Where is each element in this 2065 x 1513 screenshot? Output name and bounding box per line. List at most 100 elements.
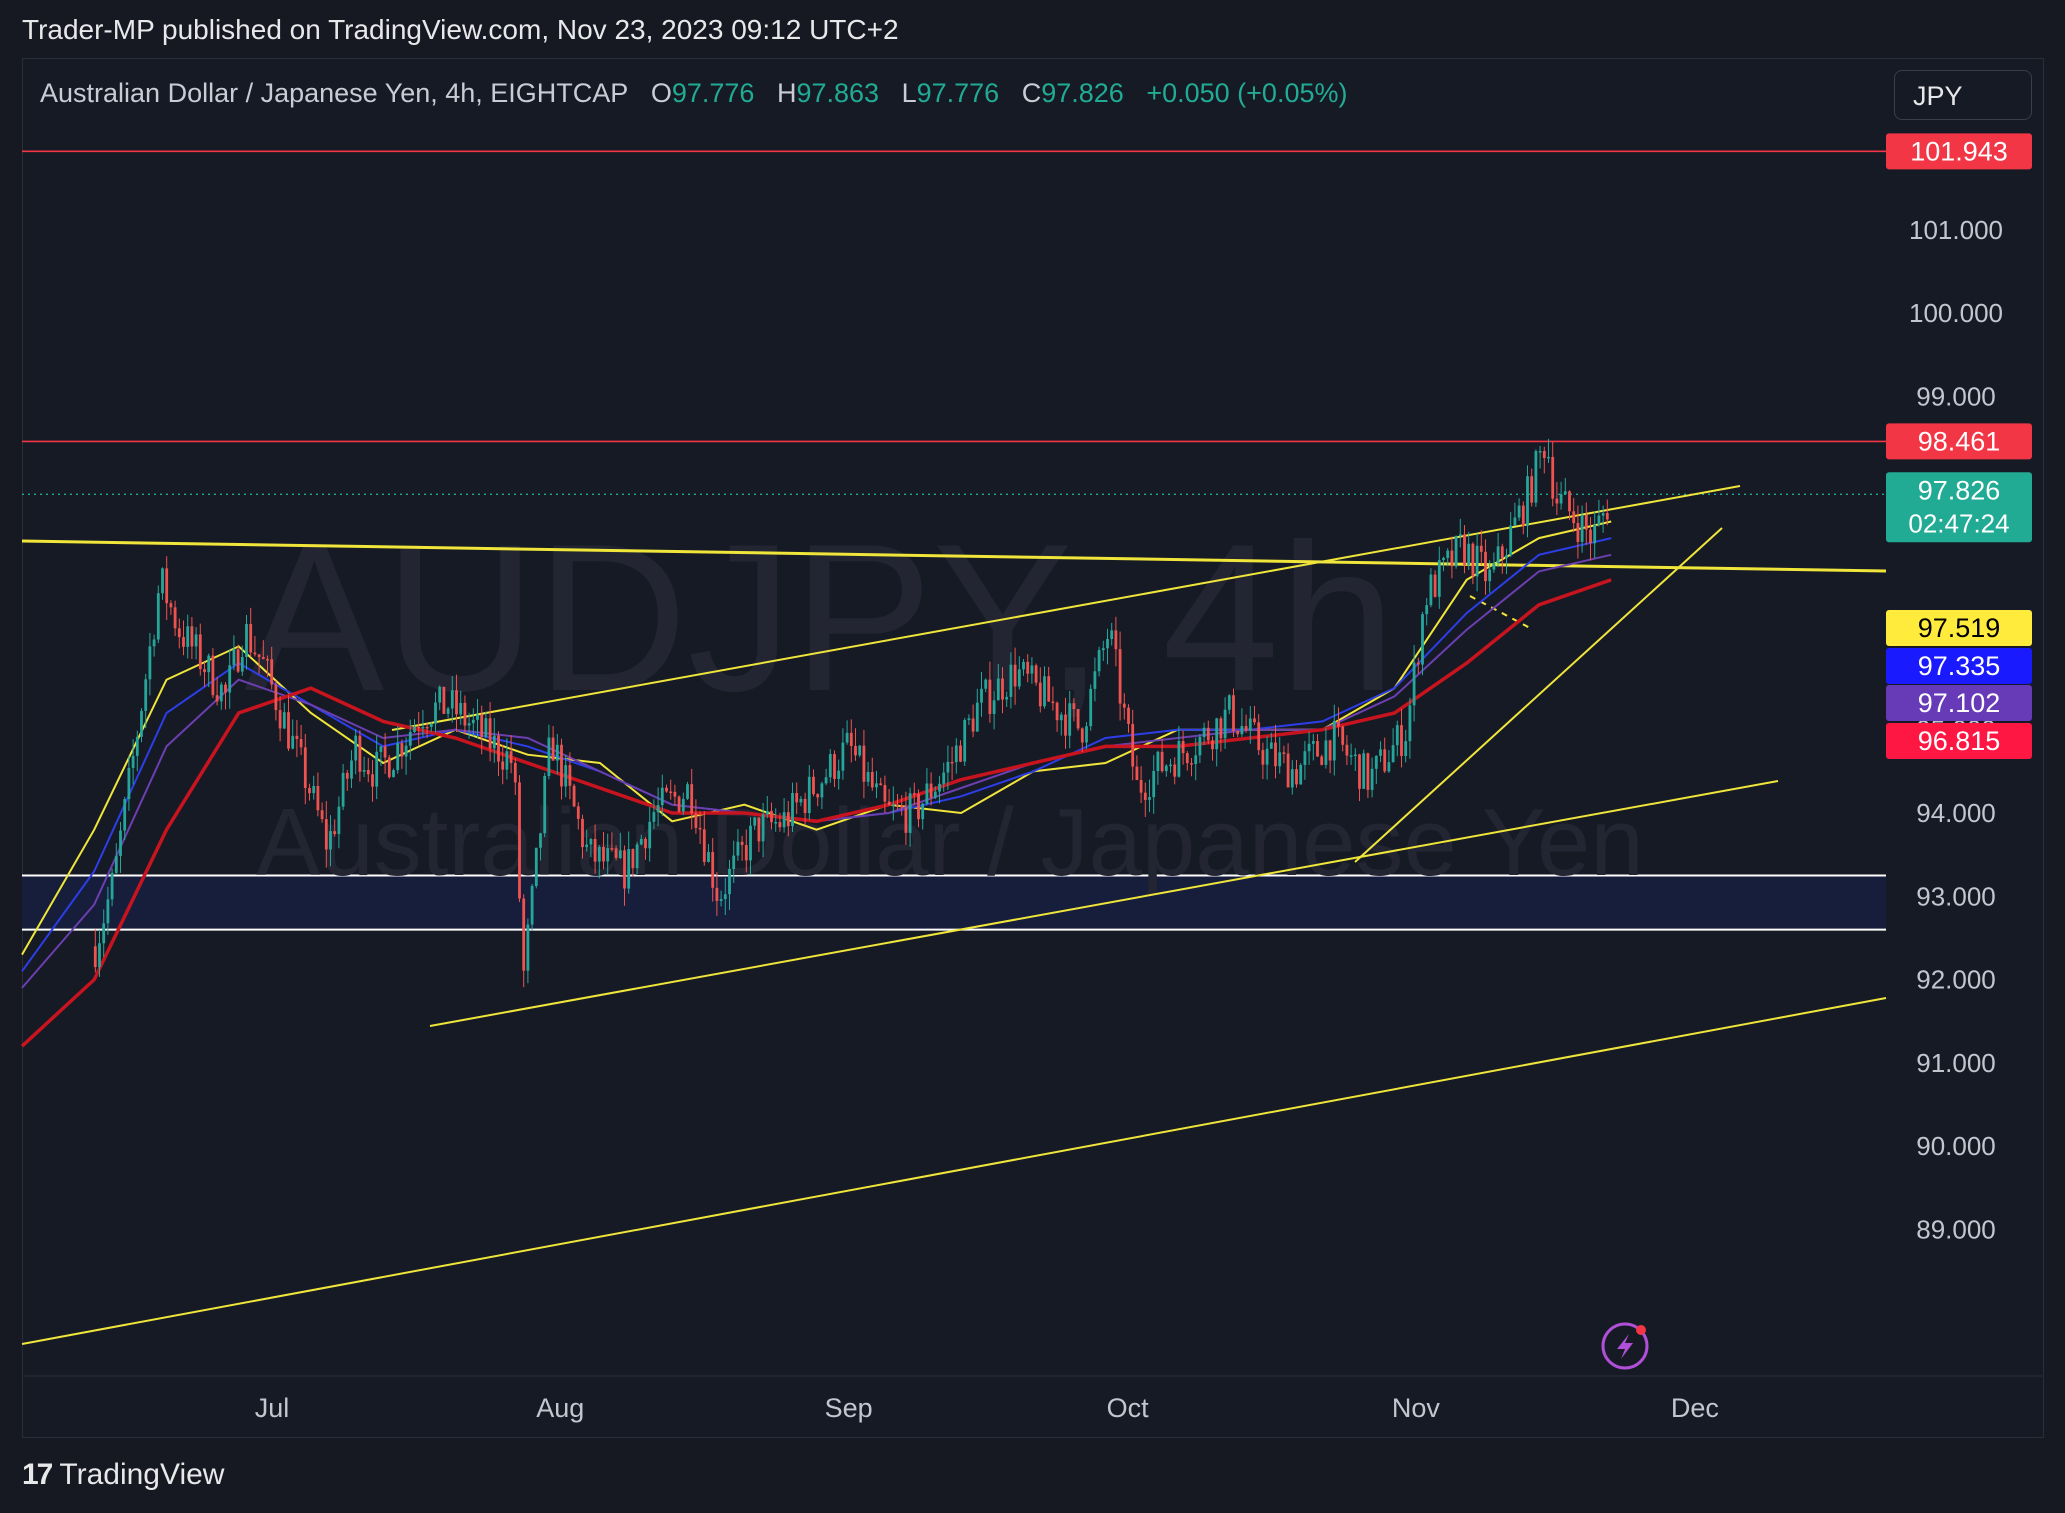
candle-body [988,679,992,714]
candle-body [627,849,631,889]
candle-body [614,848,618,858]
candle-body [438,686,442,703]
candle-body [450,690,454,709]
candle-body [1492,563,1496,570]
candle-body [1198,736,1202,756]
price-chart[interactable]: AUDJPY, 4h Australian Dollar / Japanese … [0,0,2065,1513]
candle-body [925,783,929,804]
candle-body [1190,763,1193,765]
candle-body [799,798,803,803]
candle-body [572,785,576,807]
candle-body [1038,682,1042,707]
candle-body [190,626,194,647]
candle-body [1374,755,1378,769]
candle-body [1139,780,1143,793]
candle-body [1547,456,1550,459]
candle-body [660,787,664,806]
candle-body [786,812,790,827]
x-tick-label: Sep [825,1393,873,1423]
candle-body [908,793,912,833]
candle-body [1089,688,1093,727]
candle-body [1290,769,1294,788]
candle-body [312,785,316,794]
candle-body [471,719,475,724]
candle-body [917,793,920,820]
close-value: 97.826 [1041,78,1124,108]
candle-body [392,770,395,778]
candle-body [1164,765,1168,772]
candle-body [127,767,131,800]
price-label-text: 98.461 [1918,426,2001,456]
candle-body [434,702,437,724]
open-label: O [650,78,672,108]
footer-brand[interactable]: 17 TradingView [22,1458,224,1492]
candle-body [837,770,841,779]
symbol-title[interactable]: Australian Dollar / Japanese Yen, 4h, EI… [40,78,628,108]
candle-body [652,812,656,822]
candle-body [274,684,278,711]
candle-body [900,805,904,808]
candle-body [337,806,341,835]
candle-body [114,855,118,873]
candle-body [371,774,374,787]
candle-body [135,736,139,756]
candle-body [795,793,799,803]
candle-body [492,735,496,749]
open-value: 97.776 [671,78,755,108]
candle-body [177,628,181,638]
candle-body [236,649,240,672]
candle-body [753,817,757,826]
currency-button[interactable]: JPY [1894,70,2032,120]
candle-body [1521,505,1525,526]
candle-body [581,818,584,848]
candle-body [656,805,660,813]
candle-body [144,679,148,711]
candle-body [1261,750,1265,765]
close-label: C [1021,78,1042,108]
candle-body [971,718,975,732]
candle-body [509,751,513,763]
candle-body [329,831,332,850]
candle-body [1286,753,1290,788]
candle-body [1068,703,1072,736]
candle-body [912,793,916,795]
candle-body [505,751,509,770]
candle-body [1534,451,1538,503]
candle-body [480,714,484,737]
candle-body [1051,701,1055,704]
candle-body [459,702,463,715]
candle-body [820,783,824,798]
candle-body [1303,751,1307,765]
candle-body [366,770,370,775]
candle-body [623,850,626,889]
candle-body [749,825,752,861]
candle-body [165,568,169,604]
candle-body [425,726,429,729]
candle-body [362,770,366,772]
candle-body [1517,505,1521,518]
candle-body [543,776,547,834]
candle-body [887,801,891,806]
candle-body [1362,753,1366,789]
candle-body [1085,726,1088,743]
candle-body [278,710,282,729]
candle-body [816,794,820,798]
candle-body [1101,648,1105,651]
candle-body [1526,476,1529,526]
candle-body [1559,494,1563,504]
candle-body [1072,703,1076,710]
candle-body [757,817,761,842]
candle-body [891,804,895,806]
candle-body [207,655,211,673]
candle-body [980,688,983,703]
x-tick-label: Dec [1671,1393,1719,1423]
candle-body [421,726,425,729]
candle-body [606,848,610,862]
candle-body [1152,770,1156,798]
candle-body [518,782,521,899]
candle-body [1043,676,1046,707]
candle-body [1269,742,1273,749]
candle-body [484,718,488,737]
candle-body [1513,517,1517,526]
candle-body [156,593,160,640]
